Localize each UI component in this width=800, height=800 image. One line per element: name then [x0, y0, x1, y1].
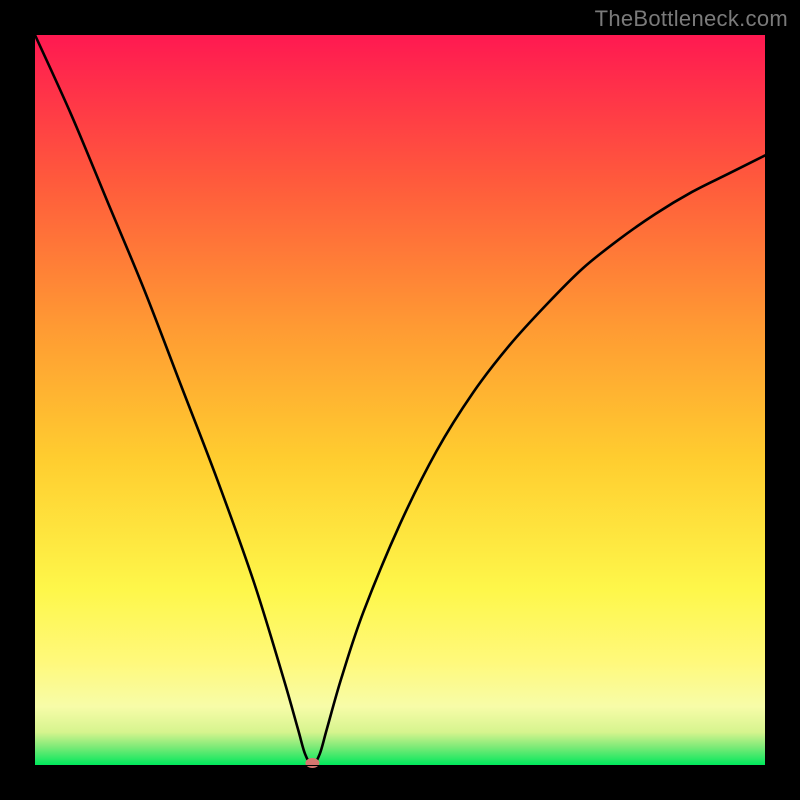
optimum-marker — [305, 758, 319, 768]
chart-svg — [0, 0, 800, 800]
bottleneck-chart — [0, 0, 800, 800]
watermark-text: TheBottleneck.com — [595, 6, 788, 32]
